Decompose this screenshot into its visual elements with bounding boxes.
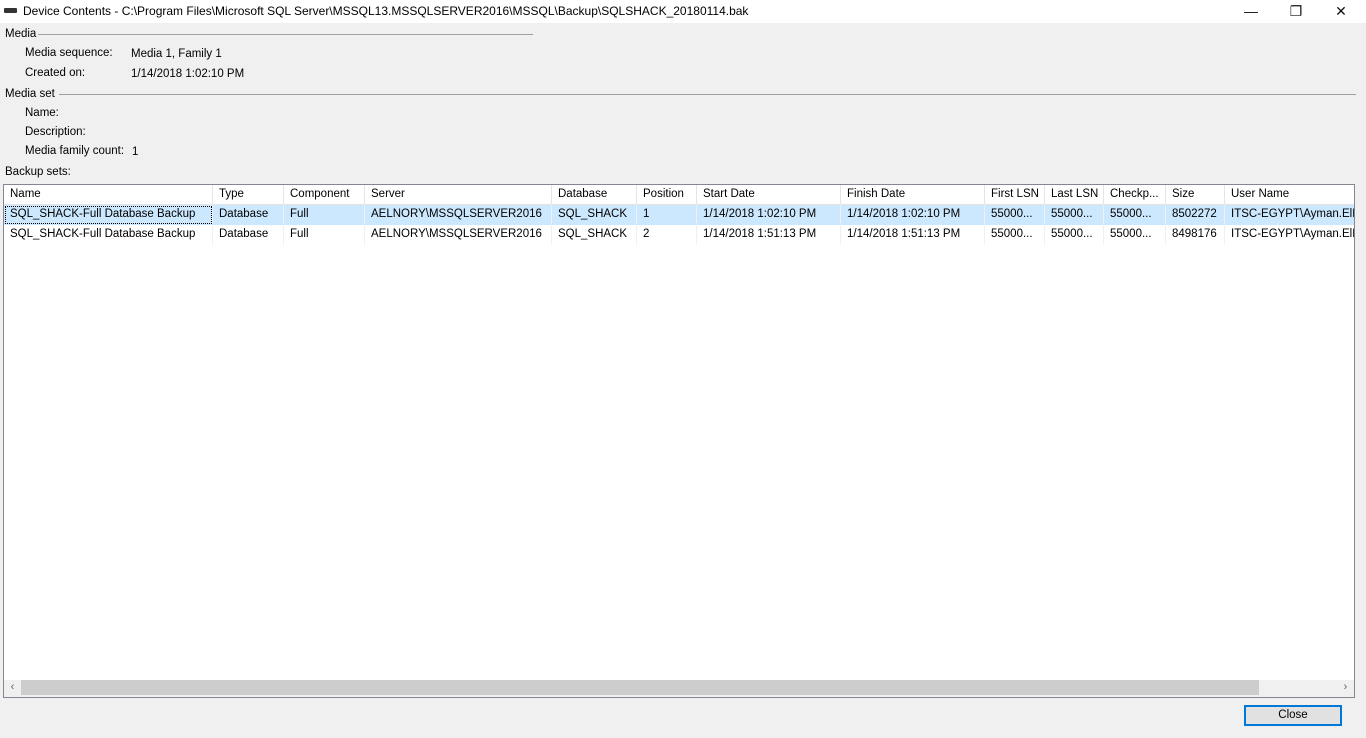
grid-header: Name Type Component Server Database Position S…: [4, 185, 1354, 205]
media-sequence-label: Media sequence:: [25, 47, 113, 59]
cell-server: AELNORY\MSSQLSERVER2016: [365, 205, 552, 225]
cell-type: Database: [213, 225, 284, 245]
window-title: Device Contents - C:\Program Files\Micro…: [23, 4, 749, 18]
cell-checkpoint-lsn: 55000...: [1104, 205, 1166, 225]
backup-sets-label: Backup sets:: [5, 166, 71, 178]
media-sequence-value: Media 1, Family 1: [131, 48, 222, 60]
close-window-button[interactable]: ✕: [1318, 0, 1364, 23]
minimize-button[interactable]: —: [1228, 0, 1274, 23]
column-header-finish-date[interactable]: Finish Date: [841, 185, 985, 205]
column-header-component[interactable]: Component: [284, 185, 365, 205]
cell-first-lsn: 55000...: [985, 225, 1045, 245]
created-on-value: 1/14/2018 1:02:10 PM: [131, 68, 245, 80]
cell-component: Full: [284, 205, 365, 225]
description-label: Description:: [25, 126, 86, 138]
cell-finish-date: 1/14/2018 1:02:10 PM: [841, 205, 985, 225]
cell-name: SQL_SHACK-Full Database Backup: [4, 225, 213, 245]
column-header-name[interactable]: Name: [4, 185, 213, 205]
scrollbar-thumb[interactable]: [21, 680, 1259, 695]
cell-size: 8498176: [1166, 225, 1225, 245]
cell-start-date: 1/14/2018 1:51:13 PM: [697, 225, 841, 245]
cell-server: AELNORY\MSSQLSERVER2016: [365, 225, 552, 245]
horizontal-scrollbar[interactable]: ‹ ›: [4, 680, 1354, 697]
cell-finish-date: 1/14/2018 1:51:13 PM: [841, 225, 985, 245]
column-header-checkpoint-lsn[interactable]: Checkp...: [1104, 185, 1166, 205]
column-header-last-lsn[interactable]: Last LSN: [1045, 185, 1104, 205]
column-header-position[interactable]: Position: [637, 185, 697, 205]
created-on-label: Created on:: [25, 67, 86, 79]
cell-first-lsn: 55000...: [985, 205, 1045, 225]
cell-checkpoint-lsn: 55000...: [1104, 225, 1166, 245]
cell-position: 2: [637, 225, 697, 245]
backup-sets-grid[interactable]: Name Type Component Server Database Position S…: [3, 184, 1355, 698]
divider: [38, 34, 533, 35]
column-header-start-date[interactable]: Start Date: [697, 185, 841, 205]
column-header-user-name[interactable]: User Name: [1225, 185, 1354, 205]
title-bar: Device Contents - C:\Program Files\Micro…: [0, 0, 1366, 23]
media-family-count-value: 1: [132, 146, 139, 158]
cell-last-lsn: 55000...: [1045, 205, 1104, 225]
column-header-database[interactable]: Database: [552, 185, 637, 205]
cell-database: SQL_SHACK: [552, 225, 637, 245]
column-header-server[interactable]: Server: [365, 185, 552, 205]
column-header-size[interactable]: Size: [1166, 185, 1225, 205]
column-header-first-lsn[interactable]: First LSN: [985, 185, 1045, 205]
scroll-right-icon[interactable]: ›: [1337, 681, 1354, 693]
cell-start-date: 1/14/2018 1:02:10 PM: [697, 205, 841, 225]
table-row[interactable]: SQL_SHACK-Full Database Backup Database Fu…: [4, 225, 1354, 245]
name-label: Name:: [25, 107, 59, 119]
cell-user-name: ITSC-EGYPT\Ayman.ElNo: [1225, 205, 1354, 225]
cell-component: Full: [284, 225, 365, 245]
cell-position: 1: [637, 205, 697, 225]
media-family-count-label: Media family count:: [25, 145, 125, 157]
cell-database: SQL_SHACK: [552, 205, 637, 225]
table-row[interactable]: SQL_SHACK-Full Database Backup Database Fu…: [4, 205, 1354, 225]
media-heading: Media: [5, 28, 37, 40]
cell-last-lsn: 55000...: [1045, 225, 1104, 245]
column-header-type[interactable]: Type: [213, 185, 284, 205]
cell-user-name: ITSC-EGYPT\Ayman.ElNo: [1225, 225, 1354, 245]
scroll-left-icon[interactable]: ‹: [4, 681, 21, 693]
divider: [59, 94, 1356, 95]
media-set-heading: Media set: [5, 88, 55, 100]
device-icon: [4, 8, 17, 13]
close-button[interactable]: Close: [1244, 705, 1342, 726]
cell-type: Database: [213, 205, 284, 225]
restore-button[interactable]: ❐: [1273, 0, 1319, 23]
cell-name: SQL_SHACK-Full Database Backup: [4, 205, 213, 225]
cell-size: 8502272: [1166, 205, 1225, 225]
